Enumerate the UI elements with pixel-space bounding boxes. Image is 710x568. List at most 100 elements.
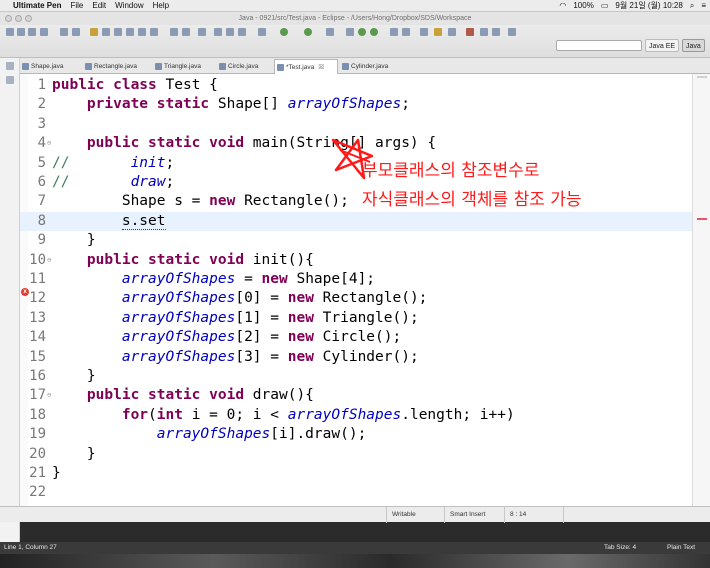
error-overview-mark[interactable] [697, 218, 707, 220]
perspective-java[interactable]: Java [682, 39, 705, 52]
zoom-window-button[interactable] [25, 15, 32, 22]
external-tools-icon[interactable] [258, 28, 266, 36]
text-mode-indicator[interactable]: Plain Text [667, 542, 695, 554]
code-line[interactable]: 21} [20, 464, 692, 483]
code-text: // init; [52, 154, 174, 173]
tab-size-indicator[interactable]: Tab Size: 4 [604, 542, 636, 554]
menu-file[interactable]: File [70, 1, 83, 10]
minimize-window-button[interactable] [15, 15, 22, 22]
code-line[interactable]: 3 [20, 115, 692, 134]
use-step-filters-icon[interactable] [150, 28, 158, 36]
bug-icon[interactable] [226, 28, 234, 36]
last-edit-icon[interactable] [508, 28, 516, 36]
code-token: static [148, 387, 210, 404]
code-line[interactable]: 13 arrayOfShapes[1] = new Triangle(); [20, 309, 692, 328]
toggle-mark-icon[interactable] [420, 28, 428, 36]
previous-edit-icon[interactable] [466, 28, 474, 36]
open-type-icon[interactable] [390, 28, 398, 36]
close-window-button[interactable] [5, 15, 12, 22]
code-line[interactable]: 10 ⊖ public static void init(){ [20, 251, 692, 270]
new-file-icon[interactable] [6, 28, 14, 36]
new-java-project-icon[interactable] [346, 28, 354, 36]
battery-percent[interactable]: 100% [573, 1, 593, 10]
code-line[interactable]: 12 arrayOfShapes[0] = new Rectangle(); [20, 289, 692, 308]
code-line[interactable]: 19 arrayOfShapes[i].draw(); [20, 425, 692, 444]
tab-triangle-java[interactable]: Triangle.java [153, 59, 201, 74]
restore-view-icon[interactable] [6, 62, 14, 70]
connect-icon[interactable] [198, 28, 206, 36]
annotation-next-icon[interactable] [434, 28, 442, 36]
tab-circle-java[interactable]: Circle.java [217, 59, 258, 74]
save-icon[interactable] [17, 28, 25, 36]
code-line[interactable]: 20 } [20, 445, 692, 464]
print-icon[interactable] [40, 28, 48, 36]
fold-toggle-icon[interactable]: ⊖ [47, 251, 51, 270]
desktop-background [0, 554, 710, 568]
wifi-icon[interactable]: ◠ [559, 1, 566, 10]
code-editor[interactable]: 1 public class Test {2 private static Sha… [20, 74, 692, 506]
new-package-icon[interactable] [358, 28, 366, 36]
notification-center-icon[interactable]: ≡ [701, 1, 706, 10]
app-name-menu[interactable]: Ultimate Pen [13, 1, 61, 10]
code-line[interactable]: 16 } [20, 367, 692, 386]
code-line[interactable]: 18 for(int i = 0; i < arrayOfShapes.leng… [20, 406, 692, 425]
run-config-icon[interactable] [326, 28, 334, 36]
pin-icon[interactable] [448, 28, 456, 36]
menu-edit[interactable]: Edit [92, 1, 106, 10]
tab-rectangle-java[interactable]: Rectangle.java [83, 59, 137, 74]
fold-toggle-icon[interactable]: ⊖ [47, 134, 51, 153]
tab-cylinder-java[interactable]: Cylinder.java [340, 59, 388, 74]
window-icon[interactable] [170, 28, 178, 36]
code-line[interactable]: 1 public class Test { [20, 76, 692, 95]
code-line[interactable]: 14 arrayOfShapes[2] = new Circle(); [20, 328, 692, 347]
debug-icon[interactable] [238, 28, 246, 36]
quick-access-input[interactable] [556, 40, 642, 51]
code-line[interactable]: 6 // draw; [20, 173, 692, 192]
code-line[interactable]: 4 ⊖ public static void main(String[] args… [20, 134, 692, 153]
menu-window[interactable]: Window [115, 1, 143, 10]
code-line[interactable]: 15 arrayOfShapes[3] = new Cylinder(); [20, 348, 692, 367]
tab-test-java[interactable]: *Test.java ☒ [274, 59, 338, 74]
code-line[interactable]: 8 s.set [20, 211, 692, 232]
drop-to-frame-icon[interactable] [138, 28, 146, 36]
code-line[interactable]: 17 ⊖ public static void draw(){ [20, 386, 692, 405]
code-line[interactable]: 11 arrayOfShapes = new Shape[4]; [20, 270, 692, 289]
menu-help[interactable]: Help [153, 1, 169, 10]
error-marker-icon[interactable]: x [21, 288, 29, 296]
battery-icon[interactable]: ▭ [601, 1, 609, 10]
close-tab-icon[interactable]: ☒ [318, 64, 324, 71]
fold-toggle-icon[interactable]: ⊖ [47, 386, 51, 405]
code-token: draw(){ [252, 387, 314, 404]
back-icon[interactable] [480, 28, 488, 36]
step-into-icon[interactable] [102, 28, 110, 36]
status-insert-mode[interactable]: Smart Insert [444, 507, 502, 523]
save-all-icon[interactable] [28, 28, 36, 36]
terminate-icon[interactable] [72, 28, 80, 36]
code-line[interactable]: 5 // init; [20, 154, 692, 173]
code-token: [1] = [235, 309, 288, 326]
step-return-icon[interactable] [126, 28, 134, 36]
tab-shape-java[interactable]: Shape.java [20, 59, 64, 74]
search-icon[interactable]: ⌕ [690, 1, 694, 11]
step-over-icon[interactable] [114, 28, 122, 36]
perspective-java-ee[interactable]: Java EE [645, 39, 680, 52]
server-icon[interactable] [182, 28, 190, 36]
forward-icon[interactable] [492, 28, 500, 36]
build-icon[interactable] [90, 28, 98, 36]
code-line[interactable]: 2 private static Shape[] arrayOfShapes; [20, 95, 692, 114]
package-explorer-icon[interactable] [6, 76, 14, 84]
code-line[interactable]: 9 } [20, 231, 692, 250]
clock[interactable]: 9월 21일 (월) 10:28 [615, 0, 682, 11]
skip-breakpoints-icon[interactable] [60, 28, 68, 36]
run-icon[interactable] [304, 28, 312, 36]
new-class-icon[interactable] [370, 28, 378, 36]
coverage-icon[interactable] [280, 28, 288, 36]
overview-ruler[interactable] [692, 74, 710, 506]
code-line[interactable]: 22 [20, 483, 692, 502]
globe-icon[interactable] [214, 28, 222, 36]
code-line[interactable]: 7 Shape s = new Rectangle(); [20, 192, 692, 211]
search-toolbar-icon[interactable] [402, 28, 410, 36]
